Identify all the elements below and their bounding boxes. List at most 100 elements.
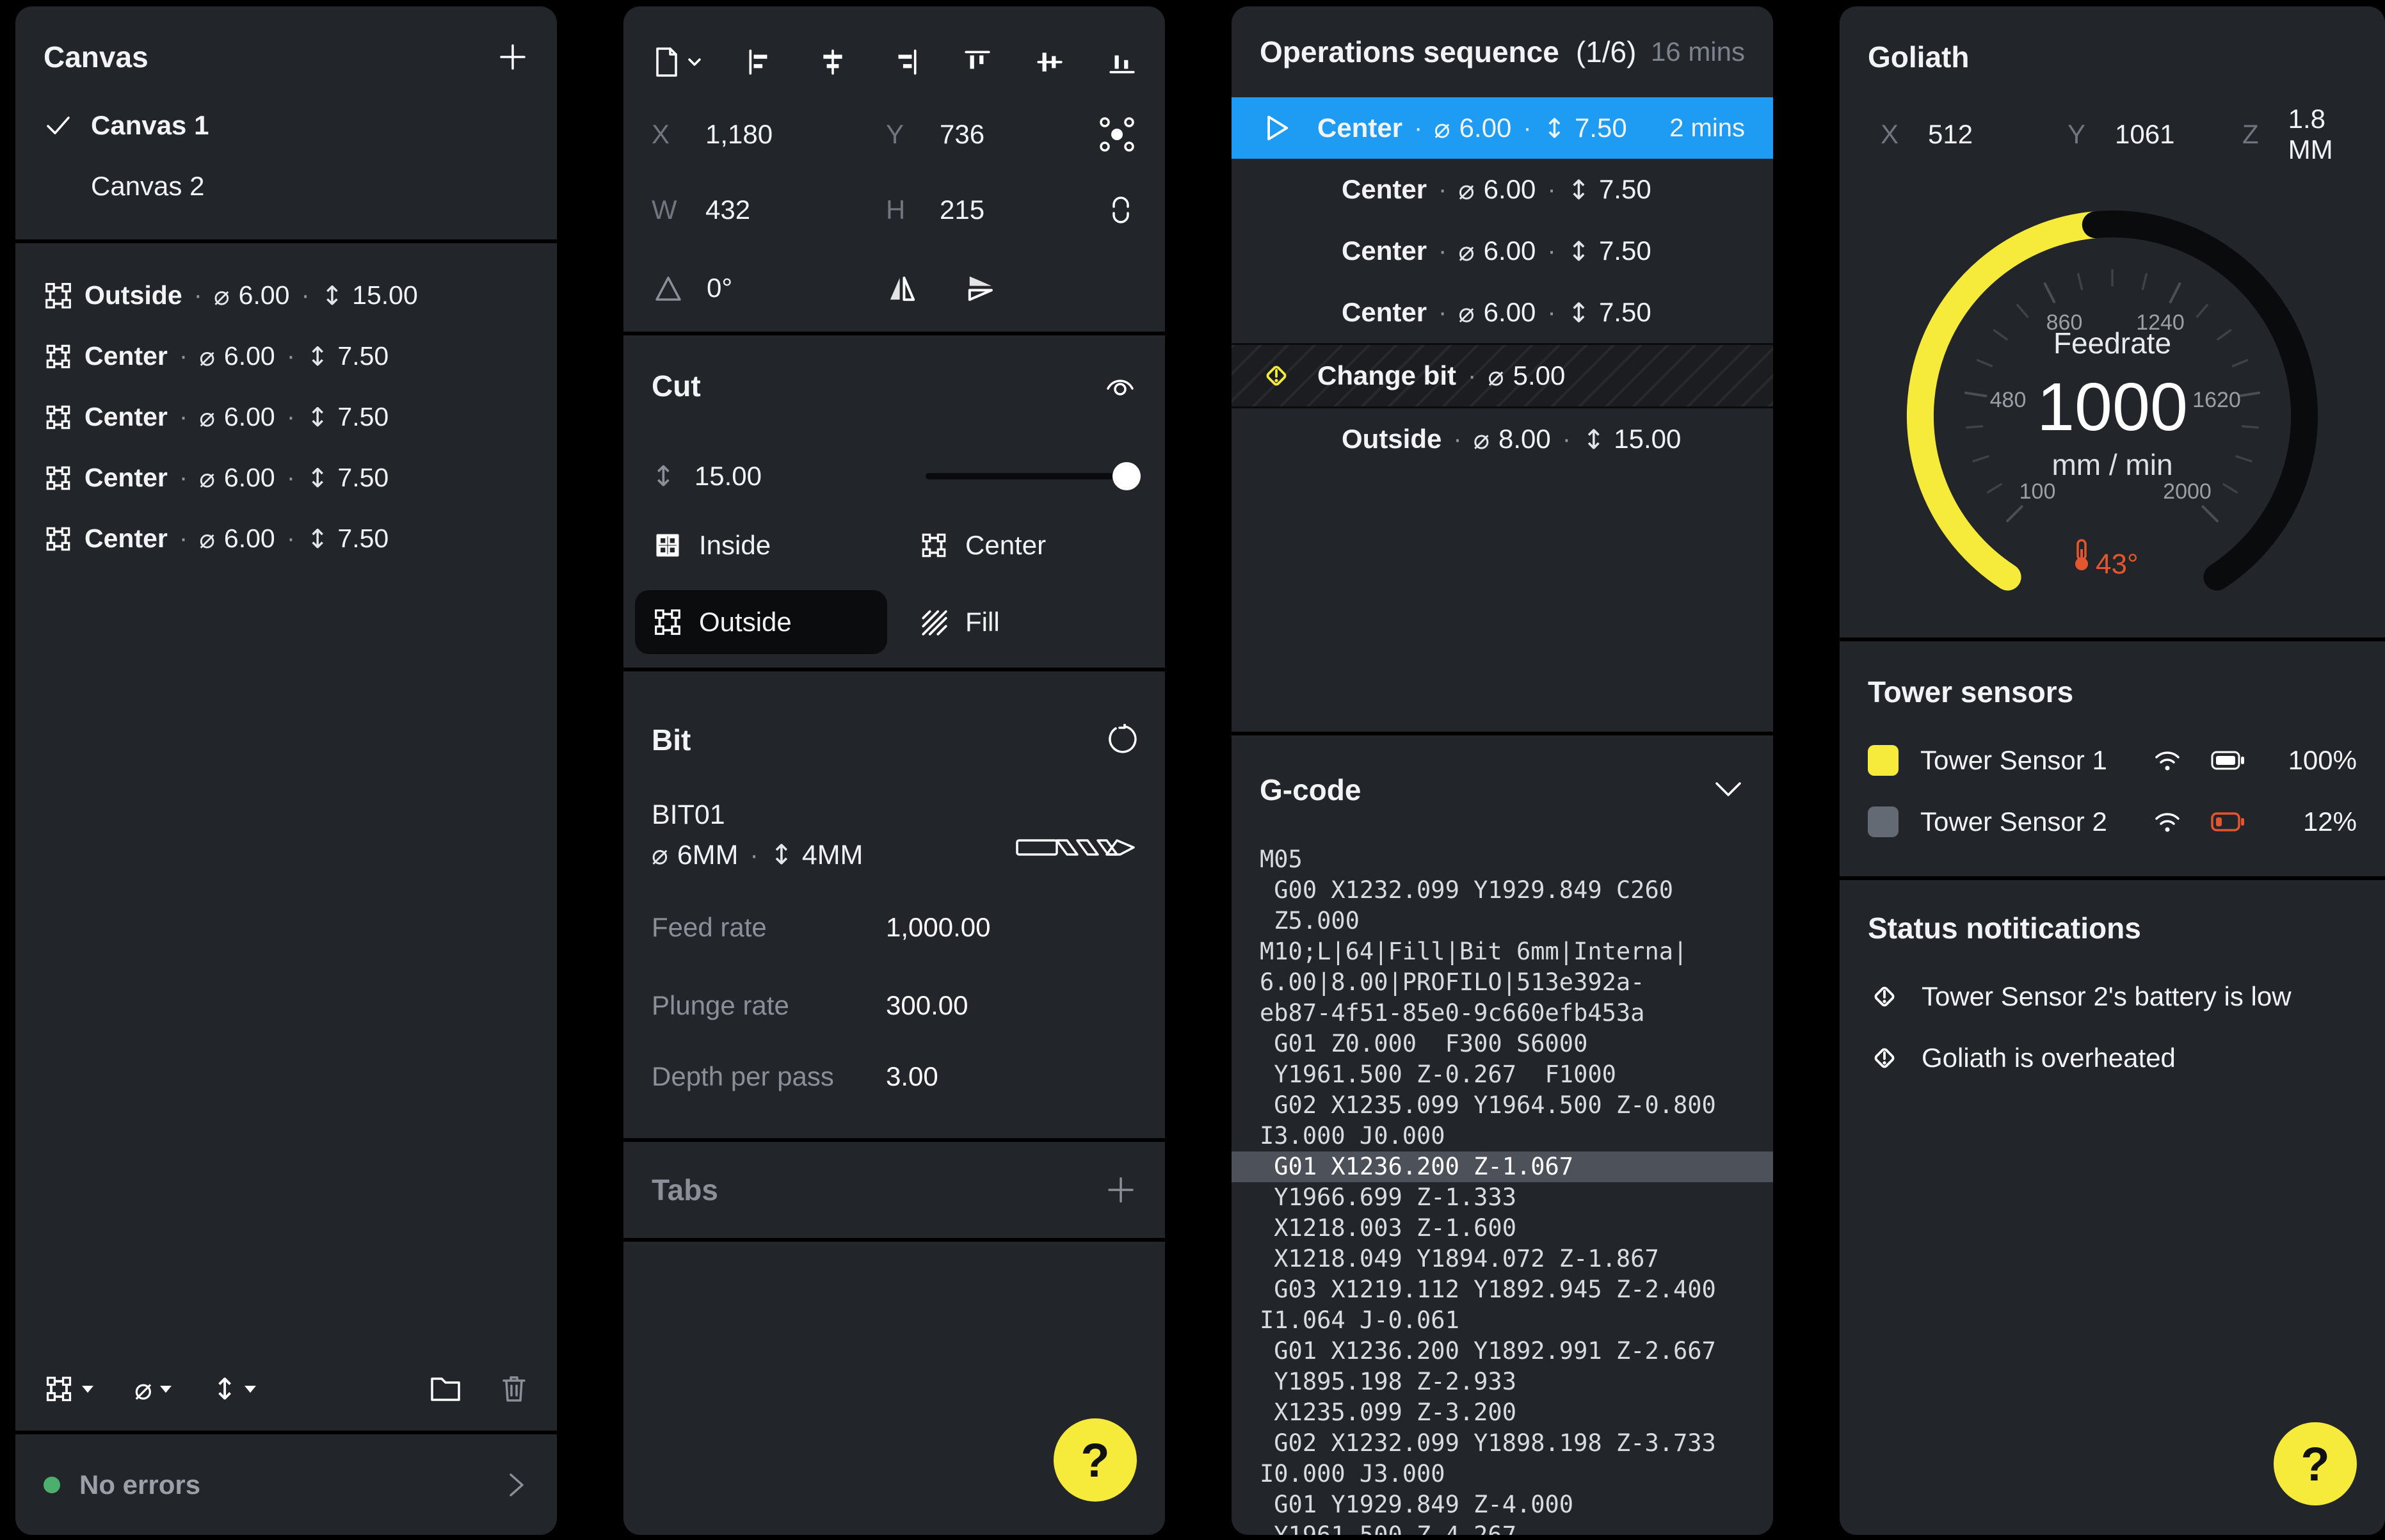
align-vertical-center-icon[interactable] [1035, 47, 1064, 77]
canvas-item-2[interactable]: Canvas 2 [15, 156, 557, 216]
sequence-row[interactable]: Center · ⌀ 6.00 · ↕ 7.50 [1232, 220, 1773, 282]
add-canvas-icon[interactable] [497, 41, 529, 73]
sequence-row[interactable]: Center · ⌀ 6.00 · ↕ 7.50 [1232, 159, 1773, 220]
y-field[interactable]: 736 [940, 119, 984, 150]
separator: · [1453, 425, 1461, 454]
sequence-row[interactable]: Center · ⌀ 6.00 · ↕ 7.50 [1232, 282, 1773, 343]
sensor-row[interactable]: Tower Sensor 2 12% [1868, 791, 2357, 853]
width-field[interactable]: 432 [705, 195, 750, 225]
thermometer-icon [2075, 540, 2088, 570]
canvas-item-1[interactable]: Canvas 1 [15, 95, 557, 156]
gcode-lines[interactable]: M05 G00 X1232.099 Y1929.849 C260 Z5.000M… [1232, 844, 1773, 1535]
outside-cut-icon [653, 607, 682, 637]
cut-option-outside[interactable]: Outside [635, 590, 887, 654]
separator: · [1547, 175, 1555, 204]
height-field[interactable]: 215 [940, 195, 984, 225]
depth-dropdown[interactable]: ↕ [213, 1372, 257, 1406]
flip-vertical-icon[interactable] [965, 272, 997, 304]
flip-horizontal-icon[interactable] [886, 272, 918, 304]
bit-row-label: Plunge rate [652, 990, 789, 1021]
operation-row[interactable]: Outside · ⌀ 6.00 · ↕ 15.00 [15, 265, 557, 326]
cut-option-label: Center [965, 530, 1046, 561]
gcode-line: M05 [1232, 844, 1773, 875]
sequence-row[interactable]: Outside · ⌀ 8.00 · ↕ 15.00 [1232, 408, 1773, 470]
feed-rate-value[interactable]: 1,000.00 [886, 912, 991, 943]
depth-glyph: ↕ [321, 280, 343, 311]
operation-label: Center [84, 524, 168, 554]
rotation-field[interactable]: 0° [707, 273, 732, 303]
operation-depth: 15.00 [352, 280, 418, 310]
operation-depth: 7.50 [1599, 174, 1651, 205]
notification-row: Tower Sensor 2's battery is low [1868, 966, 2357, 1027]
cut-option-fill[interactable]: Fill [901, 590, 1153, 654]
machine-position-row: X 512 Y 1061 Z 1.8 MM [1868, 102, 2357, 166]
chevron-down-icon[interactable] [1712, 777, 1745, 803]
separator: · [750, 841, 758, 870]
notification-text: Goliath is overheated [1922, 1043, 2176, 1073]
x-field[interactable]: 1,180 [705, 119, 773, 150]
gcode-line: I0.000 J3.000 [1232, 1459, 1773, 1489]
slider-knob[interactable] [1112, 462, 1141, 490]
align-horizontal-center-icon[interactable] [818, 47, 847, 77]
operation-label: Outside [1342, 424, 1441, 454]
status-notifications-title: Status notitications [1868, 911, 2141, 945]
operation-diameter: 6.00 [1484, 174, 1536, 205]
caret-down-icon [160, 1386, 172, 1393]
gcode-line: G02 X1232.099 Y1898.198 Z-3.733 [1232, 1428, 1773, 1459]
diameter-glyph: ⌀ [199, 524, 215, 554]
cut-type-dropdown[interactable] [44, 1374, 93, 1404]
battery-low-icon [2211, 811, 2245, 833]
y-label: Y [886, 119, 940, 150]
machine-temperature: 43° [2096, 549, 2139, 580]
gcode-line: Y1961.500 Z-0.267 F1000 [1232, 1059, 1773, 1090]
change-bit-row[interactable]: Change bit · ⌀ 5.00 [1232, 343, 1773, 408]
sensor-color-swatch [1868, 745, 1899, 776]
cut-option-label: Inside [699, 530, 771, 561]
cut-option-center[interactable]: Center [901, 513, 1153, 577]
trash-icon[interactable] [499, 1374, 529, 1404]
operation-row[interactable]: Center · ⌀ 6.00 · ↕ 7.50 [15, 387, 557, 447]
width-label: W [652, 195, 705, 225]
gcode-line: Y1966.699 Z-1.333 [1232, 1182, 1773, 1213]
cut-option-inside[interactable]: Inside [635, 513, 887, 577]
align-right-icon[interactable] [890, 47, 920, 77]
errors-row[interactable]: No errors [15, 1434, 557, 1535]
operation-row[interactable]: Center · ⌀ 6.00 · ↕ 7.50 [15, 508, 557, 569]
anchor-point-icon[interactable] [1097, 115, 1137, 154]
depth-per-pass-value[interactable]: 3.00 [886, 1061, 938, 1092]
align-left-icon[interactable] [746, 47, 775, 77]
plunge-rate-value[interactable]: 300.00 [886, 990, 968, 1021]
play-icon[interactable] [1260, 111, 1293, 145]
separator: · [1547, 237, 1555, 266]
cut-depth-row: ↕ 15.00 [652, 444, 1137, 508]
separator: · [179, 524, 188, 553]
separator: · [1562, 425, 1571, 454]
diameter-glyph: ⌀ [199, 463, 215, 493]
visibility-eye-icon[interactable] [1104, 372, 1137, 400]
sequence-row-active[interactable]: Center · ⌀ 6.00 · ↕ 7.50 2 mins [1232, 97, 1773, 159]
constrain-proportions-icon[interactable] [1105, 193, 1137, 227]
depth-slider[interactable] [926, 473, 1137, 479]
align-bottom-icon[interactable] [1107, 47, 1137, 77]
notification-text: Tower Sensor 2's battery is low [1922, 981, 2292, 1012]
reset-icon[interactable] [1105, 724, 1137, 756]
help-button[interactable]: ? [2274, 1422, 2357, 1505]
file-dropdown[interactable] [652, 45, 703, 79]
bit-row-label: Depth per pass [652, 1061, 834, 1092]
folder-icon[interactable] [429, 1374, 462, 1404]
operation-row[interactable]: Center · ⌀ 6.00 · ↕ 7.50 [15, 326, 557, 387]
operation-row[interactable]: Center · ⌀ 6.00 · ↕ 7.50 [15, 447, 557, 508]
sensor-row[interactable]: Tower Sensor 1 100% [1868, 730, 2357, 791]
feedrate-gauge: 100 480 860 1240 1620 2000 Feedrate 1000… [1843, 166, 2381, 608]
operation-diameter: 6.00 [1484, 236, 1536, 266]
align-top-icon[interactable] [963, 47, 992, 77]
gcode-line: G00 X1232.099 Y1929.849 C260 [1232, 875, 1773, 906]
add-tab-icon[interactable] [1105, 1174, 1137, 1206]
cut-depth-field[interactable]: 15.00 [695, 461, 762, 492]
operation-depth: 7.50 [337, 402, 389, 432]
operation-label: Center [84, 341, 168, 371]
diameter-glyph: ⌀ [1458, 297, 1474, 328]
diameter-dropdown[interactable]: ⌀ [134, 1372, 172, 1406]
help-button[interactable]: ? [1054, 1418, 1137, 1502]
bit-name: BIT01 [652, 799, 725, 831]
